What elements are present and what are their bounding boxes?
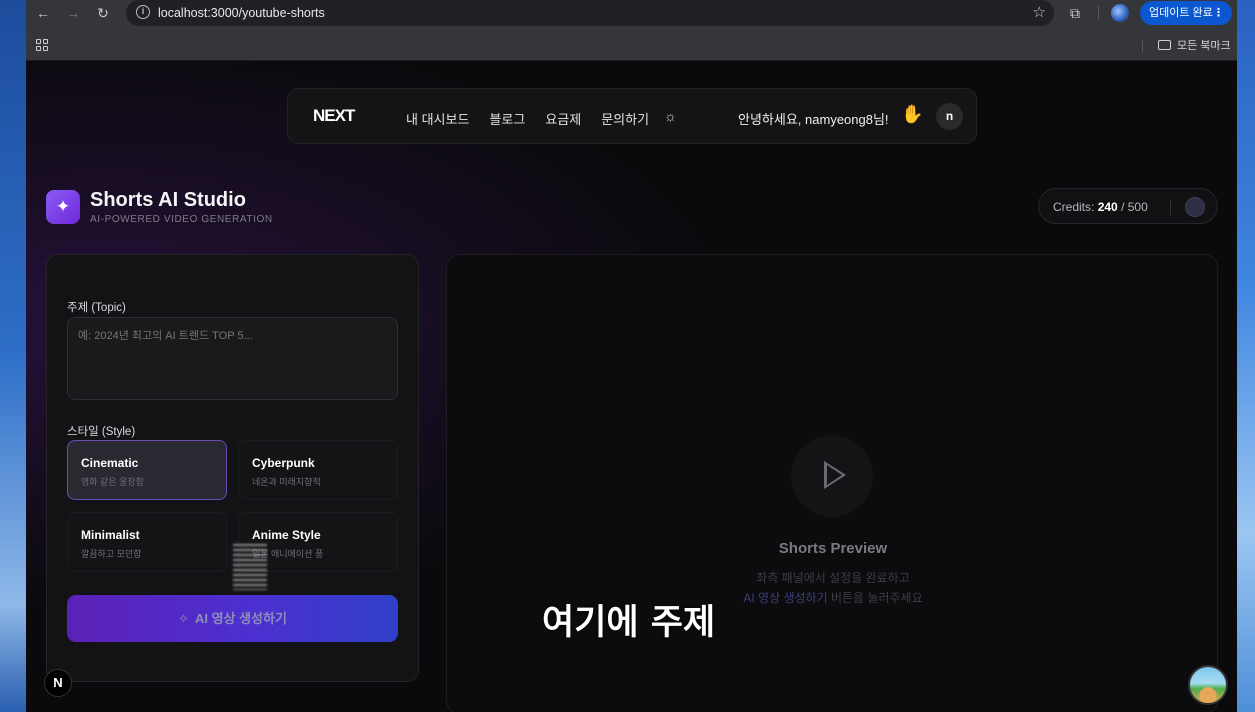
generate-video-button[interactable]: ✧ AI 영상 생성하기 [67,595,398,642]
play-icon [824,461,846,489]
more-menu-icon[interactable]: ⋮ [1213,1,1224,25]
address-bar[interactable]: i localhost:3000/youtube-shorts ☆ [126,0,1054,26]
generate-video-label: AI 영상 생성하기 [194,611,287,626]
folder-icon [1158,40,1171,50]
nav-link-contact[interactable]: 문의하기 [601,109,649,128]
nav-link-pricing[interactable]: 요금제 [545,109,581,128]
settings-panel: 주제 (Topic) 스타일 (Style) Cinematic 영화 같은 웅… [46,254,419,682]
all-bookmarks-label: 모든 북마크 [1177,40,1231,52]
nav-link-blog[interactable]: 블로그 [489,109,525,128]
credits-total: 500 [1127,200,1148,214]
top-navigation: NEXT 내 대시보드 블로그 요금제 문의하기 ☼ 안녕하세요, namyeo… [287,88,977,144]
preview-instruction-highlight: AI 영상 생성하기 [743,591,828,605]
user-avatar[interactable]: n [936,103,963,130]
apps-grid-icon[interactable] [36,39,48,51]
style-label: 스타일 (Style) [67,426,136,438]
nextjs-dev-badge[interactable]: N [44,669,72,697]
style-option-cinematic[interactable]: Cinematic 영화 같은 웅장함 [67,440,227,500]
style-name: Cinematic [81,456,139,470]
style-description: 영화 같은 웅장함 [81,477,144,487]
forward-arrow-icon[interactable]: → [64,4,82,22]
credits-separator: / [1121,200,1125,214]
credits-used: 240 [1097,200,1118,214]
style-name: Anime Style [252,528,321,542]
url-text[interactable]: localhost:3000/youtube-shorts [158,6,325,20]
preview-instruction-rest: 버튼을 눌러주세요 [827,591,923,605]
preview-title: Shorts Preview [778,540,888,557]
mouse-cursor [233,544,267,590]
profile-avatar[interactable] [1111,4,1129,22]
style-name: Cyberpunk [252,456,315,470]
magic-wand-icon: ✧ [178,611,189,626]
sparkles-icon: ✦ [46,190,80,224]
update-button[interactable]: 업데이트 완료 ⋮ [1140,1,1232,25]
credits-status-indicator[interactable] [1185,197,1205,217]
back-arrow-icon[interactable]: ← [34,4,52,22]
credits-text: Credits: 240 / 500 [1053,200,1148,214]
style-option-minimalist[interactable]: Minimalist 깔끔하고 모던함 [67,512,227,572]
video-caption-overlay: 여기에 주제 [542,603,716,643]
bookmarks-divider [1142,39,1143,52]
site-info-icon[interactable]: i [136,5,150,19]
style-name: Minimalist [81,528,140,542]
nav-link-dashboard[interactable]: 내 대시보드 [406,109,469,128]
desktop-background-left [0,0,26,712]
waving-hand-icon: ✋ [901,104,924,124]
credits-divider [1170,199,1171,215]
nav-links: 내 대시보드 블로그 요금제 문의하기 [406,109,649,128]
floating-beach-avatar[interactable] [1188,665,1228,705]
topic-input[interactable] [67,317,398,400]
page-content: NEXT 내 대시보드 블로그 요금제 문의하기 ☼ 안녕하세요, namyeo… [26,61,1237,712]
all-bookmarks-folder[interactable]: 모든 북마크 [1158,37,1231,53]
bookmarks-bar: 모든 북마크 [26,26,1237,61]
greeting-text: 안녕하세요, namyeong8님! [738,112,889,127]
browser-window: ← → ↻ i localhost:3000/youtube-shorts ☆ … [26,0,1237,712]
desktop-background-right [1237,0,1255,712]
preview-instruction-line1: 좌측 패널에서 설정을 완료하고 [756,571,910,585]
credits-badge: Credits: 240 / 500 [1038,188,1218,224]
page-title: Shorts AI Studio [90,189,246,211]
topic-label: 주제 (Topic) [67,302,126,314]
reload-icon[interactable]: ↻ [94,4,112,22]
style-description: 깔끔하고 모던함 [81,549,142,559]
play-button[interactable] [791,435,873,517]
theme-toggle-sun-icon[interactable]: ☼ [664,108,677,124]
style-description: 네온과 미래지향적 [252,477,321,487]
bookmark-star-icon[interactable]: ☆ [1033,3,1046,21]
style-option-cyberpunk[interactable]: Cyberpunk 네온과 미래지향적 [238,440,398,500]
update-label: 업데이트 완료 [1149,7,1213,19]
next-logo[interactable]: NEXT [313,106,355,126]
extensions-icon[interactable]: ⧉ [1066,4,1084,22]
page-subtitle: AI-POWERED VIDEO GENERATION [90,214,273,225]
credits-label: Credits: [1053,200,1095,214]
toolbar-divider [1098,6,1099,20]
browser-toolbar: ← → ↻ i localhost:3000/youtube-shorts ☆ … [26,0,1237,26]
